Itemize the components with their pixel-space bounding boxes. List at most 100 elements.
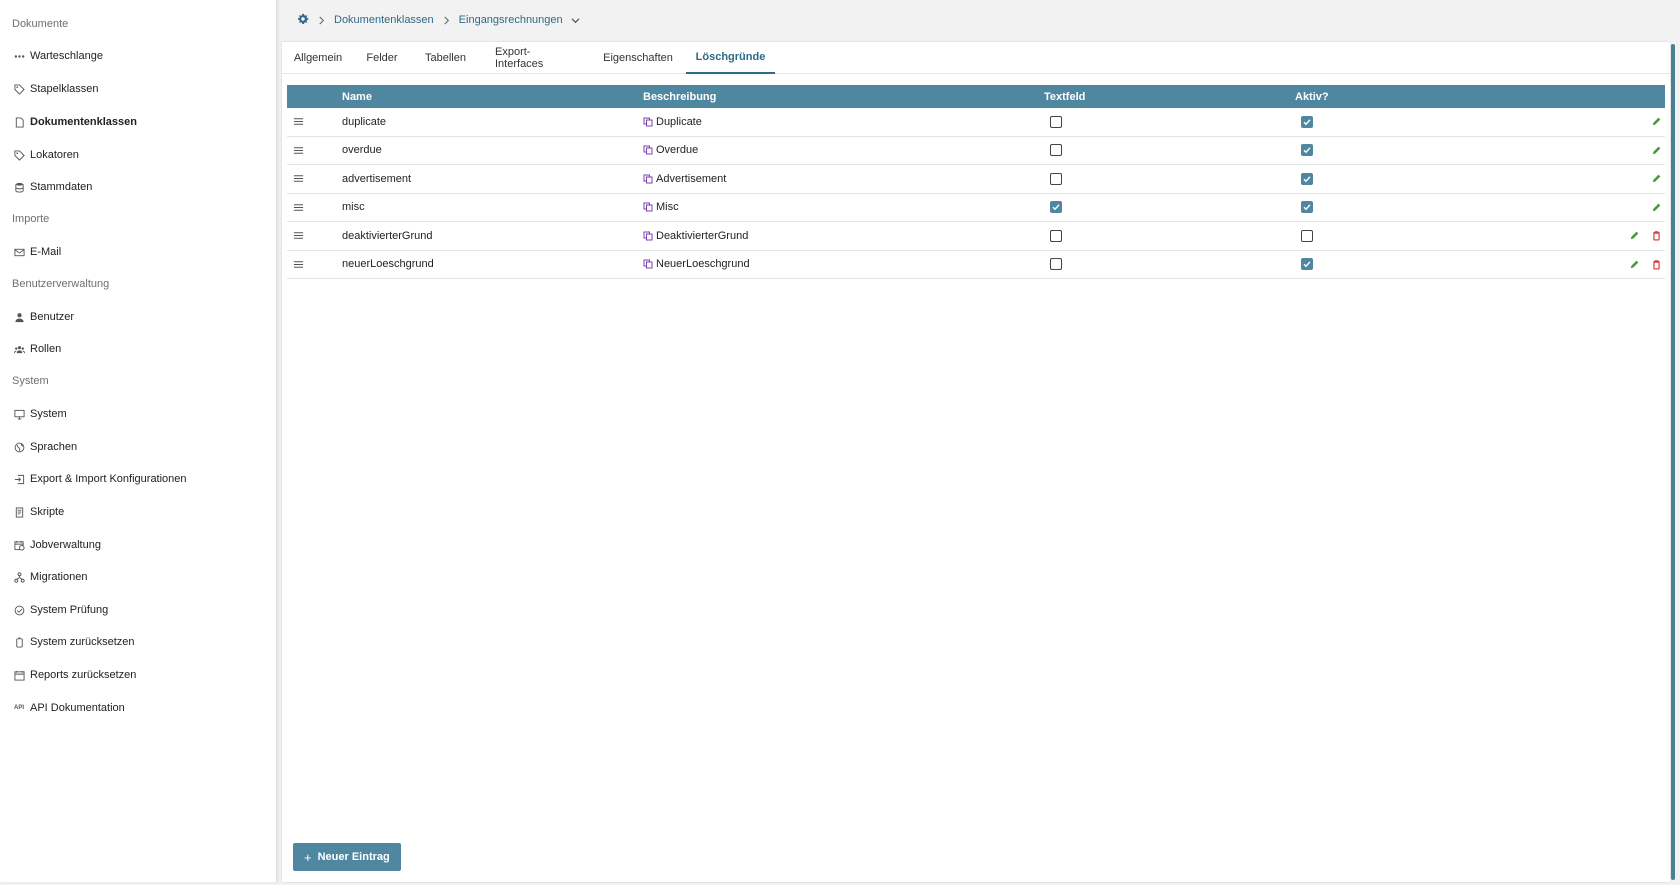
cell-name: deaktivierterGrund bbox=[342, 229, 433, 242]
table-row[interactable]: deaktivierterGrund DeaktivierterGrund bbox=[287, 222, 1665, 251]
sidebar-section-importe: Importe bbox=[12, 213, 50, 225]
aktiv-checkbox[interactable] bbox=[1301, 251, 1313, 279]
sidebar-item-label: Rollen bbox=[30, 343, 62, 355]
table-row[interactable]: duplicate Duplicate bbox=[287, 108, 1665, 137]
tab-allgemein[interactable]: Allgemein bbox=[291, 42, 345, 74]
script-icon bbox=[13, 506, 25, 518]
aktiv-checkbox[interactable] bbox=[1301, 194, 1313, 222]
cell-beschreibung: Overdue bbox=[643, 137, 698, 165]
sidebar-item-warteschlange[interactable]: Warteschlange bbox=[13, 45, 263, 67]
calendar-clock-icon bbox=[13, 539, 25, 551]
sidebar-section-benutzerverwaltung: Benutzerverwaltung bbox=[12, 278, 110, 290]
sidebar-item-label: Benutzer bbox=[30, 311, 75, 323]
sidebar-item-sprachen[interactable]: Sprachen bbox=[13, 436, 263, 458]
edit-icon[interactable] bbox=[1629, 222, 1640, 250]
sidebar-item-label: System Prüfung bbox=[30, 604, 109, 616]
sidebar-item-reports-zuruecksetzen[interactable]: Reports zurücksetzen bbox=[13, 664, 263, 686]
translation-icon bbox=[643, 117, 653, 127]
group-icon bbox=[13, 343, 25, 355]
import-icon bbox=[13, 473, 25, 485]
cell-beschreibung: Duplicate bbox=[643, 108, 702, 136]
drag-handle-icon[interactable] bbox=[293, 137, 304, 165]
textfeld-checkbox[interactable] bbox=[1050, 222, 1062, 250]
sidebar-item-jobverwaltung[interactable]: Jobverwaltung bbox=[13, 534, 263, 556]
edit-icon[interactable] bbox=[1651, 165, 1662, 193]
sidebar-item-skripte[interactable]: Skripte bbox=[13, 501, 263, 523]
sidebar-item-system[interactable]: System bbox=[13, 403, 263, 425]
sidebar-item-label: System bbox=[30, 408, 67, 420]
sidebar-item-stapelklassen[interactable]: Stapelklassen bbox=[13, 78, 263, 100]
column-header-beschreibung[interactable]: Beschreibung bbox=[643, 85, 716, 108]
sidebar-item-label: Migrationen bbox=[30, 571, 88, 583]
cell-beschreibung-text: Misc bbox=[656, 201, 679, 214]
sidebar-item-label: Reports zurücksetzen bbox=[30, 669, 137, 681]
sidebar-item-api-dokumentation[interactable]: API API Dokumentation bbox=[13, 697, 263, 719]
drag-handle-icon[interactable] bbox=[293, 222, 304, 250]
tag-icon bbox=[13, 83, 25, 95]
sidebar-item-stammdaten[interactable]: Stammdaten bbox=[13, 176, 263, 198]
sidebar-item-lokatoren[interactable]: Lokatoren bbox=[13, 144, 263, 166]
loeschgruende-table: Name Beschreibung Textfeld Aktiv? duplic… bbox=[287, 85, 1665, 279]
breadcrumb-item-eingangsrechnungen[interactable]: Eingangsrechnungen bbox=[459, 14, 563, 26]
reset-icon bbox=[13, 636, 25, 648]
table-header: Name Beschreibung Textfeld Aktiv? bbox=[287, 85, 1665, 108]
tab-export-interfaces[interactable]: Export-Interfaces bbox=[495, 42, 577, 74]
column-header-textfeld[interactable]: Textfeld bbox=[1044, 85, 1085, 108]
translation-icon bbox=[643, 145, 653, 155]
chevron-down-icon[interactable] bbox=[571, 16, 580, 25]
edit-icon[interactable] bbox=[1651, 108, 1662, 136]
aktiv-checkbox[interactable] bbox=[1301, 137, 1313, 165]
tab-tabellen[interactable]: Tabellen bbox=[425, 42, 466, 74]
tag-icon bbox=[13, 149, 25, 161]
edit-icon[interactable] bbox=[1651, 194, 1662, 222]
sidebar-item-rollen[interactable]: Rollen bbox=[13, 338, 263, 360]
aktiv-checkbox[interactable] bbox=[1301, 222, 1313, 250]
plus-icon: + bbox=[304, 849, 312, 865]
breadcrumb: Dokumentenklassen Eingangsrechnungen bbox=[297, 12, 580, 28]
table-row[interactable]: misc Misc bbox=[287, 194, 1665, 222]
drag-handle-icon[interactable] bbox=[293, 251, 304, 279]
table-row[interactable]: neuerLoeschgrund NeuerLoeschgrund bbox=[287, 251, 1665, 279]
edit-icon[interactable] bbox=[1629, 251, 1640, 279]
aktiv-checkbox[interactable] bbox=[1301, 165, 1313, 193]
column-header-name[interactable]: Name bbox=[342, 85, 372, 108]
tab-loeschgruende[interactable]: Löschgründe bbox=[686, 42, 775, 74]
drag-handle-icon[interactable] bbox=[293, 194, 304, 222]
gear-icon[interactable] bbox=[297, 13, 309, 28]
textfeld-checkbox[interactable] bbox=[1050, 108, 1062, 136]
textfeld-checkbox[interactable] bbox=[1050, 194, 1062, 222]
cell-name: advertisement bbox=[342, 172, 412, 185]
sidebar-item-system-pruefung[interactable]: System Prüfung bbox=[13, 599, 263, 621]
delete-icon[interactable] bbox=[1651, 222, 1662, 250]
translation-icon bbox=[643, 231, 653, 241]
sidebar-item-label: Sprachen bbox=[30, 441, 78, 453]
delete-icon[interactable] bbox=[1651, 251, 1662, 279]
sidebar-item-dokumentenklassen[interactable]: Dokumentenklassen bbox=[13, 111, 263, 133]
sidebar-item-export-import[interactable]: Export & Import Konfigurationen bbox=[13, 468, 263, 490]
sidebar-item-label: Stammdaten bbox=[30, 181, 93, 193]
textfeld-checkbox[interactable] bbox=[1050, 165, 1062, 193]
scrollbar[interactable] bbox=[1671, 44, 1675, 880]
sidebar-item-migrationen[interactable]: Migrationen bbox=[13, 566, 263, 588]
sidebar-item-benutzer[interactable]: Benutzer bbox=[13, 306, 263, 328]
edit-icon[interactable] bbox=[1651, 137, 1662, 165]
drag-handle-icon[interactable] bbox=[293, 165, 304, 193]
sidebar-item-system-zuruecksetzen[interactable]: System zurücksetzen bbox=[13, 631, 263, 653]
table-row[interactable]: overdue Overdue bbox=[287, 137, 1665, 165]
aktiv-checkbox[interactable] bbox=[1301, 108, 1313, 136]
column-header-aktiv[interactable]: Aktiv? bbox=[1295, 85, 1329, 108]
sidebar-item-email[interactable]: E-Mail bbox=[13, 241, 263, 263]
drag-handle-icon[interactable] bbox=[293, 108, 304, 136]
calendar-reset-icon bbox=[13, 669, 25, 681]
cell-beschreibung-text: Advertisement bbox=[656, 172, 727, 185]
mail-icon bbox=[13, 246, 25, 258]
new-entry-button[interactable]: + Neuer Eintrag bbox=[293, 843, 401, 871]
tab-eigenschaften[interactable]: Eigenschaften bbox=[603, 42, 673, 74]
tab-felder[interactable]: Felder bbox=[366, 42, 397, 74]
check-circle-icon bbox=[13, 604, 25, 616]
table-row[interactable]: advertisement Advertisement bbox=[287, 165, 1665, 194]
sidebar-item-label: API Dokumentation bbox=[30, 702, 125, 714]
textfeld-checkbox[interactable] bbox=[1050, 251, 1062, 279]
breadcrumb-item-dokumentenklassen[interactable]: Dokumentenklassen bbox=[334, 14, 434, 26]
textfeld-checkbox[interactable] bbox=[1050, 137, 1062, 165]
